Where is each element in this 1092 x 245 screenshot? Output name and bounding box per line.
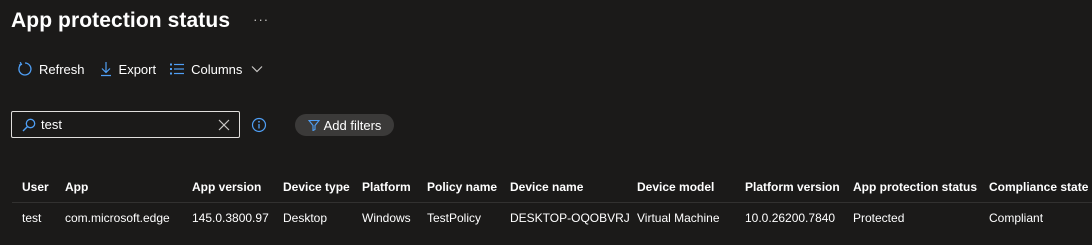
column-header-app-version[interactable]: App version <box>192 172 283 203</box>
cell-device-type: Desktop <box>283 211 328 225</box>
download-icon <box>99 61 113 77</box>
column-header-device-name[interactable]: Device name <box>510 172 637 203</box>
columns-list-icon <box>169 62 185 76</box>
refresh-button[interactable]: Refresh <box>17 61 85 77</box>
cell-compliance-state: Compliant <box>989 211 1044 225</box>
search-input[interactable] <box>41 117 211 132</box>
cell-device-model: Virtual Machine <box>637 211 720 225</box>
column-header-platform-version[interactable]: Platform version <box>745 172 853 203</box>
page-title: App protection status <box>11 9 231 32</box>
page-header: App protection status ··· <box>11 6 269 36</box>
table-row[interactable]: test com.microsoft.edge 145.0.3800.97 De… <box>12 203 1092 234</box>
cell-user: test <box>22 211 42 225</box>
cell-app-version: 145.0.3800.97 <box>192 211 269 225</box>
cell-device-name: DESKTOP-OQOBVRJ <box>510 211 630 225</box>
column-header-policy-name[interactable]: Policy name <box>427 172 510 203</box>
column-header-device-type[interactable]: Device type <box>283 172 362 203</box>
column-header-compliance-state[interactable]: Compliance state <box>989 172 1092 203</box>
columns-label: Columns <box>191 61 243 77</box>
cell-app: com.microsoft.edge <box>65 211 170 225</box>
add-filters-button[interactable]: Add filters <box>295 114 394 136</box>
column-header-device-model[interactable]: Device model <box>637 172 745 203</box>
cell-platform-version: 10.0.26200.7840 <box>745 211 836 225</box>
info-icon[interactable] <box>251 117 267 133</box>
column-header-app[interactable]: App <box>65 172 192 203</box>
search-field[interactable] <box>11 111 240 138</box>
results-table: User App App version Device type Platfor… <box>12 172 1092 233</box>
add-filters-label: Add filters <box>323 117 382 133</box>
refresh-icon <box>17 61 33 77</box>
more-options-button[interactable]: ··· <box>253 12 269 27</box>
filter-icon <box>307 119 320 131</box>
column-header-platform[interactable]: Platform <box>362 172 427 203</box>
chevron-down-icon <box>251 65 263 73</box>
refresh-label: Refresh <box>39 61 85 77</box>
export-button[interactable]: Export <box>99 61 157 77</box>
cell-app-protection-status: Protected <box>853 211 905 225</box>
clear-search-icon[interactable] <box>217 118 231 132</box>
toolbar: Refresh Export Columns <box>17 58 263 80</box>
cell-policy-name: TestPolicy <box>427 211 482 225</box>
column-header-app-protection-status[interactable]: App protection status <box>853 172 989 203</box>
columns-button[interactable]: Columns <box>169 62 263 77</box>
table-header-row: User App App version Device type Platfor… <box>12 172 1092 203</box>
search-icon <box>22 118 36 132</box>
export-label: Export <box>118 61 157 77</box>
column-header-user[interactable]: User <box>12 172 65 203</box>
cell-platform: Windows <box>362 211 411 225</box>
